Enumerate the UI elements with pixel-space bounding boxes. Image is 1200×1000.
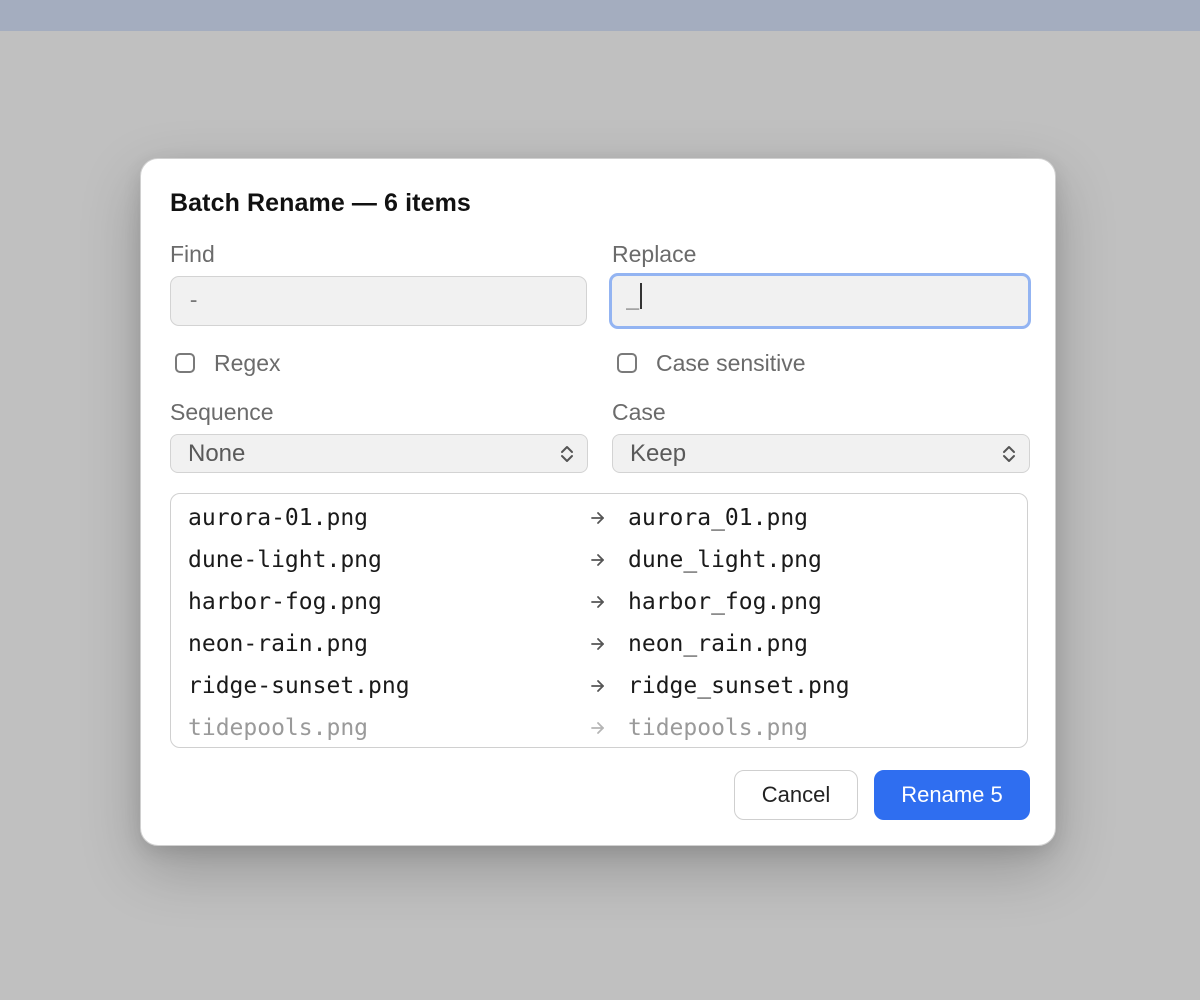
regex-label: Regex — [214, 349, 281, 376]
sequence-label: Sequence — [170, 399, 274, 425]
original-filename: tidepools.png — [188, 715, 369, 741]
preview-row: aurora-01.png aurora_01.png — [171, 497, 1027, 539]
preview-row: ridge-sunset.png ridge_sunset.png — [171, 665, 1027, 707]
window-top-bar — [0, 0, 1200, 31]
regex-option[interactable]: Regex — [175, 348, 280, 378]
cancel-button[interactable]: Cancel — [734, 770, 858, 820]
arrow-right-icon — [591, 512, 604, 524]
text-caret — [640, 283, 643, 309]
preview-row: neon-rain.png neon_rain.png — [171, 623, 1027, 665]
original-filename: ridge-sunset.png — [188, 673, 410, 699]
rename-button[interactable]: Rename 5 — [874, 770, 1030, 820]
arrow-right-icon — [591, 722, 604, 734]
dialog-title: Batch Rename — 6 items — [170, 189, 471, 217]
case-select-value: Keep — [630, 440, 687, 467]
new-filename: tidepools.png — [628, 715, 809, 741]
new-filename: harbor_fog.png — [628, 589, 822, 615]
new-filename: ridge_sunset.png — [628, 673, 850, 699]
case-select[interactable]: Keep — [612, 434, 1030, 473]
arrow-right-icon — [591, 554, 604, 566]
find-input-value: - — [187, 288, 201, 313]
case-sensitive-option[interactable]: Case sensitive — [617, 348, 806, 378]
replace-input-value: _ — [626, 285, 640, 310]
preview-row: dune-light.png dune_light.png — [171, 539, 1027, 581]
regex-checkbox[interactable] — [175, 353, 195, 373]
new-filename: dune_light.png — [628, 547, 822, 573]
find-label: Find — [170, 241, 215, 267]
arrow-right-icon — [591, 638, 604, 650]
arrow-right-icon — [591, 680, 604, 692]
preview-row: harbor-fog.png harbor_fog.png — [171, 581, 1027, 623]
batch-rename-dialog: Batch Rename — 6 items Find - Replace _ … — [140, 158, 1056, 846]
chevron-up-down-icon — [561, 446, 573, 462]
rename-preview-list[interactable]: aurora-01.png aurora_01.png dune-light.p… — [170, 493, 1028, 748]
chevron-up-down-icon — [1003, 446, 1015, 462]
sequence-select[interactable]: None — [170, 434, 588, 473]
case-sensitive-label: Case sensitive — [656, 349, 806, 376]
new-filename: aurora_01.png — [628, 505, 809, 531]
replace-input[interactable]: _ — [609, 273, 1031, 329]
case-label: Case — [612, 399, 666, 425]
sequence-select-value: None — [188, 440, 246, 467]
new-filename: neon_rain.png — [628, 631, 809, 657]
replace-label: Replace — [612, 241, 697, 267]
original-filename: harbor-fog.png — [188, 589, 382, 615]
original-filename: aurora-01.png — [188, 505, 369, 531]
preview-row-unchanged: tidepools.png tidepools.png — [171, 707, 1027, 747]
arrow-right-icon — [591, 596, 604, 608]
find-input[interactable]: - — [170, 276, 587, 326]
original-filename: dune-light.png — [188, 547, 382, 573]
case-sensitive-checkbox[interactable] — [617, 353, 637, 373]
original-filename: neon-rain.png — [188, 631, 369, 657]
